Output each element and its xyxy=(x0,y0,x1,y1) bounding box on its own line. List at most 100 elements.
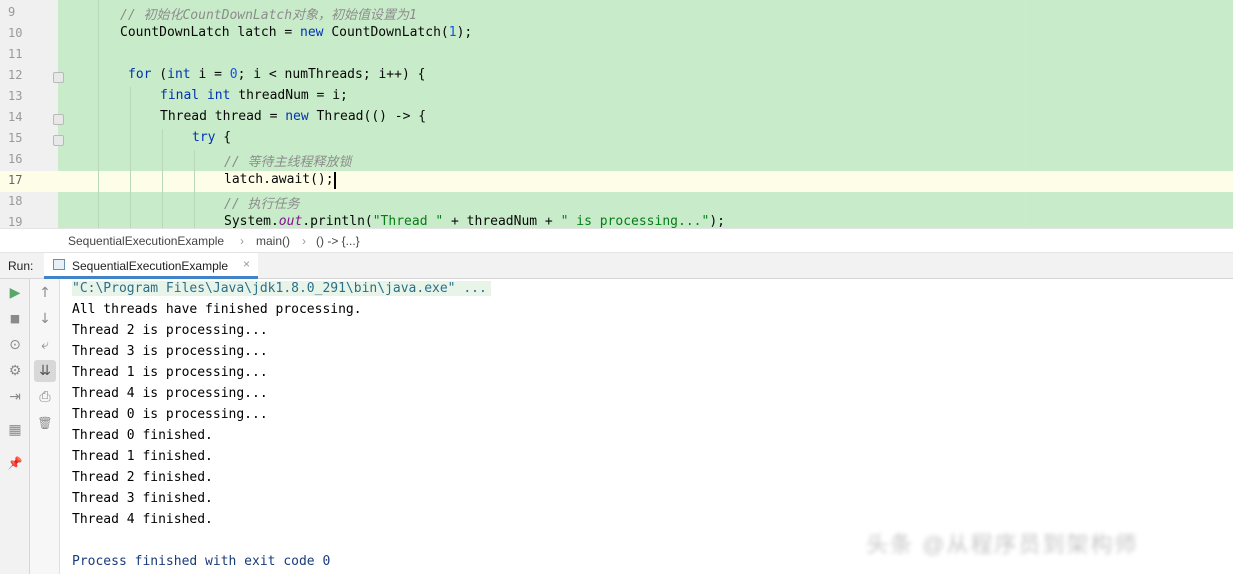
code-line[interactable]: 14 Thread thread = new Thread(() -> { xyxy=(0,108,1233,129)
keyword: for xyxy=(128,67,152,82)
code-text: latch.await(); xyxy=(224,172,334,187)
indent-guide xyxy=(162,129,163,228)
breadcrumb-method[interactable]: main() xyxy=(256,234,290,248)
line-number: 14 xyxy=(8,110,23,124)
code-token: Thread(() -> { xyxy=(308,109,427,124)
code-text: Thread thread = new Thread(() -> { xyxy=(160,109,426,124)
code-line[interactable]: 15 try { xyxy=(0,129,1233,150)
console-command-line: "C:\Program Files\Java\jdk1.8.0_291\bin\… xyxy=(72,281,491,296)
code-token: System. xyxy=(224,214,279,228)
code-text: // 执行任务 xyxy=(224,193,299,212)
trash-icon[interactable]: 🗑 xyxy=(34,412,56,434)
snapshot-icon[interactable]: ⊙ xyxy=(4,334,26,356)
code-token: threadNum = i; xyxy=(230,88,348,103)
up-arrow-icon[interactable]: ↑ xyxy=(34,282,56,304)
console-line: Thread 2 finished. xyxy=(72,470,213,485)
print-icon[interactable]: ⎙ xyxy=(34,386,56,408)
settings-icon[interactable]: ⚙ xyxy=(4,360,26,382)
console-exit-line: Process finished with exit code 0 xyxy=(72,554,331,569)
code-token: Thread thread = xyxy=(160,109,286,124)
code-text: // 初始化CountDownLatch对象，初始值设置为1 xyxy=(120,4,417,23)
line-number: 10 xyxy=(8,26,23,40)
console-toolbar: ↑ ↓ ⤶ ⇊ ⎙ 🗑 xyxy=(30,279,60,574)
keyword: final xyxy=(160,88,200,103)
console-line: Thread 0 finished. xyxy=(72,428,213,443)
line-number: 9 xyxy=(8,5,16,19)
code-token: CountDownLatch( xyxy=(323,25,449,40)
run-tab[interactable]: SequentialExecutionExample × xyxy=(44,253,258,279)
text-caret xyxy=(334,172,336,189)
code-line[interactable]: 19 System.out.println("Thread " + thread… xyxy=(0,213,1233,228)
scroll-to-end-icon[interactable]: ⇊ xyxy=(34,360,56,382)
line-number: 17 xyxy=(8,173,23,187)
line-number: 18 xyxy=(8,194,23,208)
keyword: new xyxy=(300,25,324,40)
console-line: Thread 1 finished. xyxy=(72,449,213,464)
fold-marker-icon[interactable] xyxy=(53,114,64,125)
code-line[interactable]: 12 for (int i = 0; i < numThreads; i++) … xyxy=(0,66,1233,87)
console-line: Thread 1 is processing... xyxy=(72,365,268,380)
code-token: ); xyxy=(709,214,725,228)
line-number: 12 xyxy=(8,68,23,82)
keyword: int xyxy=(206,88,231,103)
console-line: Thread 3 finished. xyxy=(72,491,213,506)
console-line: All threads have finished processing. xyxy=(72,302,362,317)
code-token: + threadNum + xyxy=(443,214,561,228)
console-line: Thread 3 is processing... xyxy=(72,344,268,359)
soft-wrap-icon[interactable]: ⤶ xyxy=(34,334,56,356)
code-token: CountDownLatch latch = xyxy=(120,25,301,40)
watermark: 头条 @从程序员到架构师 xyxy=(866,532,1139,557)
console-icon xyxy=(53,259,65,270)
string-literal: "Thread " xyxy=(372,214,444,228)
console-line: Thread 2 is processing... xyxy=(72,323,268,338)
code-line[interactable]: 11 xyxy=(0,45,1233,66)
keyword: new xyxy=(285,109,309,124)
indent-guide xyxy=(130,87,131,228)
code-editor[interactable]: 9 // 初始化CountDownLatch对象，初始值设置为1 10 Coun… xyxy=(0,0,1233,228)
code-token: { xyxy=(215,130,232,145)
line-number: 15 xyxy=(8,131,23,145)
code-line-current[interactable]: 17 latch.await(); xyxy=(0,171,1233,192)
fold-marker-icon[interactable] xyxy=(53,135,64,146)
number-literal: 1 xyxy=(448,25,457,40)
line-number: 19 xyxy=(8,215,23,228)
breadcrumb-class[interactable]: SequentialExecutionExample xyxy=(68,234,224,248)
keyword: try xyxy=(192,130,216,145)
comment: // 等待主线程释放锁 xyxy=(224,155,352,170)
exit-icon[interactable]: ⇥ xyxy=(4,386,26,408)
stop-icon[interactable]: ■ xyxy=(4,308,26,330)
code-line[interactable]: 10 CountDownLatch latch = new CountDownL… xyxy=(0,24,1233,45)
code-token: ); xyxy=(456,25,473,40)
code-line[interactable]: 13 final int threadNum = i; xyxy=(0,87,1233,108)
code-token: .println( xyxy=(302,214,373,228)
keyword: int xyxy=(167,67,191,82)
pin-icon[interactable]: 📌 xyxy=(4,452,26,474)
breadcrumb-separator: › xyxy=(302,234,306,248)
close-icon[interactable]: × xyxy=(243,257,250,271)
code-token: ( xyxy=(151,67,168,82)
code-text: try { xyxy=(192,130,231,145)
code-text: CountDownLatch latch = new CountDownLatc… xyxy=(120,25,472,40)
down-arrow-icon[interactable]: ↓ xyxy=(34,308,56,330)
indent-guide xyxy=(194,150,195,228)
code-token: ; i < numThreads; i++) { xyxy=(237,67,426,82)
code-line[interactable]: 9 // 初始化CountDownLatch对象，初始值设置为1 xyxy=(0,3,1233,24)
number-literal: 0 xyxy=(229,67,238,82)
console-line: Thread 0 is processing... xyxy=(72,407,268,422)
code-text: for (int i = 0; i < numThreads; i++) { xyxy=(128,67,425,82)
static-field: out xyxy=(278,214,303,228)
fold-marker-icon[interactable] xyxy=(53,72,64,83)
code-line[interactable]: 16 // 等待主线程释放锁 xyxy=(0,150,1233,171)
comment: // 初始化CountDownLatch对象，初始值设置为1 xyxy=(120,8,417,23)
code-text: final int threadNum = i; xyxy=(160,88,348,103)
code-text: // 等待主线程释放锁 xyxy=(224,151,351,170)
line-number: 16 xyxy=(8,152,23,166)
layout-icon[interactable]: ▦ xyxy=(4,419,26,441)
code-line[interactable]: 18 // 执行任务 xyxy=(0,192,1233,213)
code-text: System.out.println("Thread " + threadNum… xyxy=(224,214,725,228)
console-line: Thread 4 finished. xyxy=(72,512,213,527)
code-token: i = xyxy=(190,67,230,82)
run-toolbar: ▶ ■ ⊙ ⚙ ⇥ ▦ 📌 xyxy=(0,279,30,574)
rerun-icon[interactable]: ▶ xyxy=(4,282,26,304)
breadcrumb-lambda[interactable]: () -> {...} xyxy=(316,234,360,248)
